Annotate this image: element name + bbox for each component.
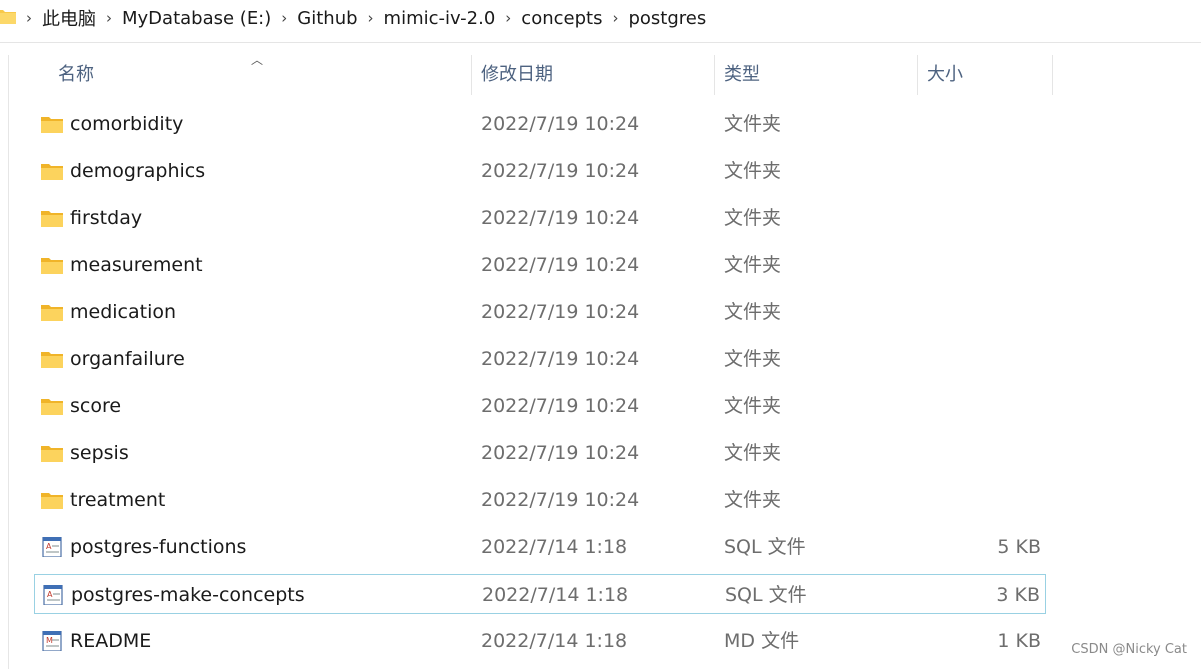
folder-icon <box>41 493 63 509</box>
address-bar[interactable]: › 此电脑 › MyDatabase (E:) › Github › mimic-iv-2.0… <box>0 0 1201 43</box>
breadcrumb: › 此电脑 › MyDatabase (E:) › Github › mimic-iv-2.0… <box>0 0 706 36</box>
file-name: sepsis <box>70 442 129 464</box>
column-divider[interactable] <box>714 55 715 95</box>
file-name: score <box>70 395 122 417</box>
file-type: 文件夹 <box>724 301 782 323</box>
file-date: 2022/7/14 1:18 <box>481 630 628 652</box>
file-date: 2022/7/19 10:24 <box>481 301 640 323</box>
breadcrumb-item[interactable]: mimic-iv-2.0 <box>384 8 496 29</box>
column-divider[interactable] <box>471 55 472 95</box>
file-name: treatment <box>70 489 166 511</box>
file-date: 2022/7/19 10:24 <box>481 489 640 511</box>
file-size: 1 KB <box>997 630 1041 652</box>
file-row[interactable]: M README 2022/7/14 1:18 MD 文件 1 KB <box>34 621 1046 661</box>
chevron-right-icon[interactable]: › <box>368 9 374 27</box>
file-date: 2022/7/19 10:24 <box>481 113 640 135</box>
file-type: 文件夹 <box>724 489 782 511</box>
file-row[interactable]: medication 2022/7/19 10:24 文件夹 <box>34 292 1046 332</box>
folder-icon <box>41 399 63 415</box>
file-type: 文件夹 <box>724 113 782 135</box>
file-type: 文件夹 <box>724 395 782 417</box>
column-header-name[interactable]: 名称 <box>58 55 94 95</box>
sql-file-icon: A <box>42 537 62 557</box>
file-name: firstday <box>70 207 143 229</box>
chevron-right-icon[interactable]: › <box>281 9 287 27</box>
file-date: 2022/7/19 10:24 <box>481 207 640 229</box>
folder-icon <box>41 211 63 227</box>
file-type: 文件夹 <box>724 207 782 229</box>
file-date: 2022/7/14 1:18 <box>481 536 628 558</box>
breadcrumb-item[interactable]: MyDatabase (E:) <box>122 8 271 29</box>
file-size: 5 KB <box>997 536 1041 558</box>
sort-ascending-icon: ︿ <box>251 53 264 67</box>
file-row[interactable]: Apostgres-functions 2022/7/14 1:18 SQL 文件 5… <box>34 527 1046 567</box>
file-date: 2022/7/19 10:24 <box>481 348 640 370</box>
chevron-right-icon[interactable]: › <box>505 9 511 27</box>
pane-divider <box>8 55 9 669</box>
file-name: comorbidity <box>70 113 184 135</box>
file-name: medication <box>70 301 177 323</box>
folder-icon <box>41 352 63 368</box>
column-header-date[interactable]: 修改日期 <box>481 55 553 95</box>
file-name: organfailure <box>70 348 185 370</box>
file-name: README <box>70 630 152 652</box>
file-type: MD 文件 <box>724 630 800 652</box>
breadcrumb-item[interactable]: Github <box>297 8 357 29</box>
file-type: 文件夹 <box>724 348 782 370</box>
folder-icon <box>41 258 63 274</box>
svg-text:A: A <box>47 590 53 599</box>
file-row[interactable]: score 2022/7/19 10:24 文件夹 <box>34 386 1046 426</box>
file-row[interactable]: measurement 2022/7/19 10:24 文件夹 <box>34 245 1046 285</box>
breadcrumb-item[interactable]: concepts <box>521 8 602 29</box>
column-divider[interactable] <box>1052 55 1053 95</box>
file-row[interactable]: demographics 2022/7/19 10:24 文件夹 <box>34 151 1046 191</box>
watermark: CSDN @Nicky Cat <box>1071 642 1187 657</box>
file-date: 2022/7/19 10:24 <box>481 442 640 464</box>
column-header: 名称 ︿ 修改日期 类型 大小 <box>34 53 1054 95</box>
folder-icon <box>41 164 63 180</box>
chevron-right-icon[interactable]: › <box>612 9 618 27</box>
svg-text:M: M <box>46 636 53 645</box>
file-name: demographics <box>70 160 206 182</box>
folder-icon <box>41 117 63 133</box>
md-file-icon: M <box>42 631 62 651</box>
file-date: 2022/7/19 10:24 <box>481 160 640 182</box>
column-divider[interactable] <box>917 55 918 95</box>
file-type: SQL 文件 <box>724 536 806 558</box>
svg-text:A: A <box>46 542 52 551</box>
file-row[interactable]: treatment 2022/7/19 10:24 文件夹 <box>34 480 1046 520</box>
chevron-right-icon[interactable]: › <box>106 9 112 27</box>
file-row[interactable]: sepsis 2022/7/19 10:24 文件夹 <box>34 433 1046 473</box>
file-size: 3 KB <box>996 584 1040 606</box>
file-type: 文件夹 <box>724 254 782 276</box>
file-row[interactable]: organfailure 2022/7/19 10:24 文件夹 <box>34 339 1046 379</box>
file-name: postgres-functions <box>70 536 247 558</box>
folder-icon <box>41 305 63 321</box>
file-date: 2022/7/19 10:24 <box>481 254 640 276</box>
file-row[interactable]: firstday 2022/7/19 10:24 文件夹 <box>34 198 1046 238</box>
column-header-type[interactable]: 类型 <box>724 55 760 95</box>
chevron-right-icon[interactable]: › <box>26 9 32 27</box>
file-type: 文件夹 <box>724 442 782 464</box>
file-type: SQL 文件 <box>725 584 807 606</box>
file-row[interactable]: comorbidity 2022/7/19 10:24 文件夹 <box>34 104 1046 144</box>
file-row[interactable]: Apostgres-make-concepts 2022/7/14 1:18 SQL… <box>34 574 1046 614</box>
column-header-size[interactable]: 大小 <box>927 55 963 95</box>
file-date: 2022/7/19 10:24 <box>481 395 640 417</box>
file-name: postgres-make-concepts <box>71 584 305 606</box>
file-type: 文件夹 <box>724 160 782 182</box>
folder-icon <box>41 446 63 462</box>
breadcrumb-item[interactable]: postgres <box>628 8 706 29</box>
sql-file-icon: A <box>43 585 63 605</box>
file-date: 2022/7/14 1:18 <box>482 584 629 606</box>
breadcrumb-item[interactable]: 此电脑 <box>42 5 96 31</box>
file-name: measurement <box>70 254 203 276</box>
